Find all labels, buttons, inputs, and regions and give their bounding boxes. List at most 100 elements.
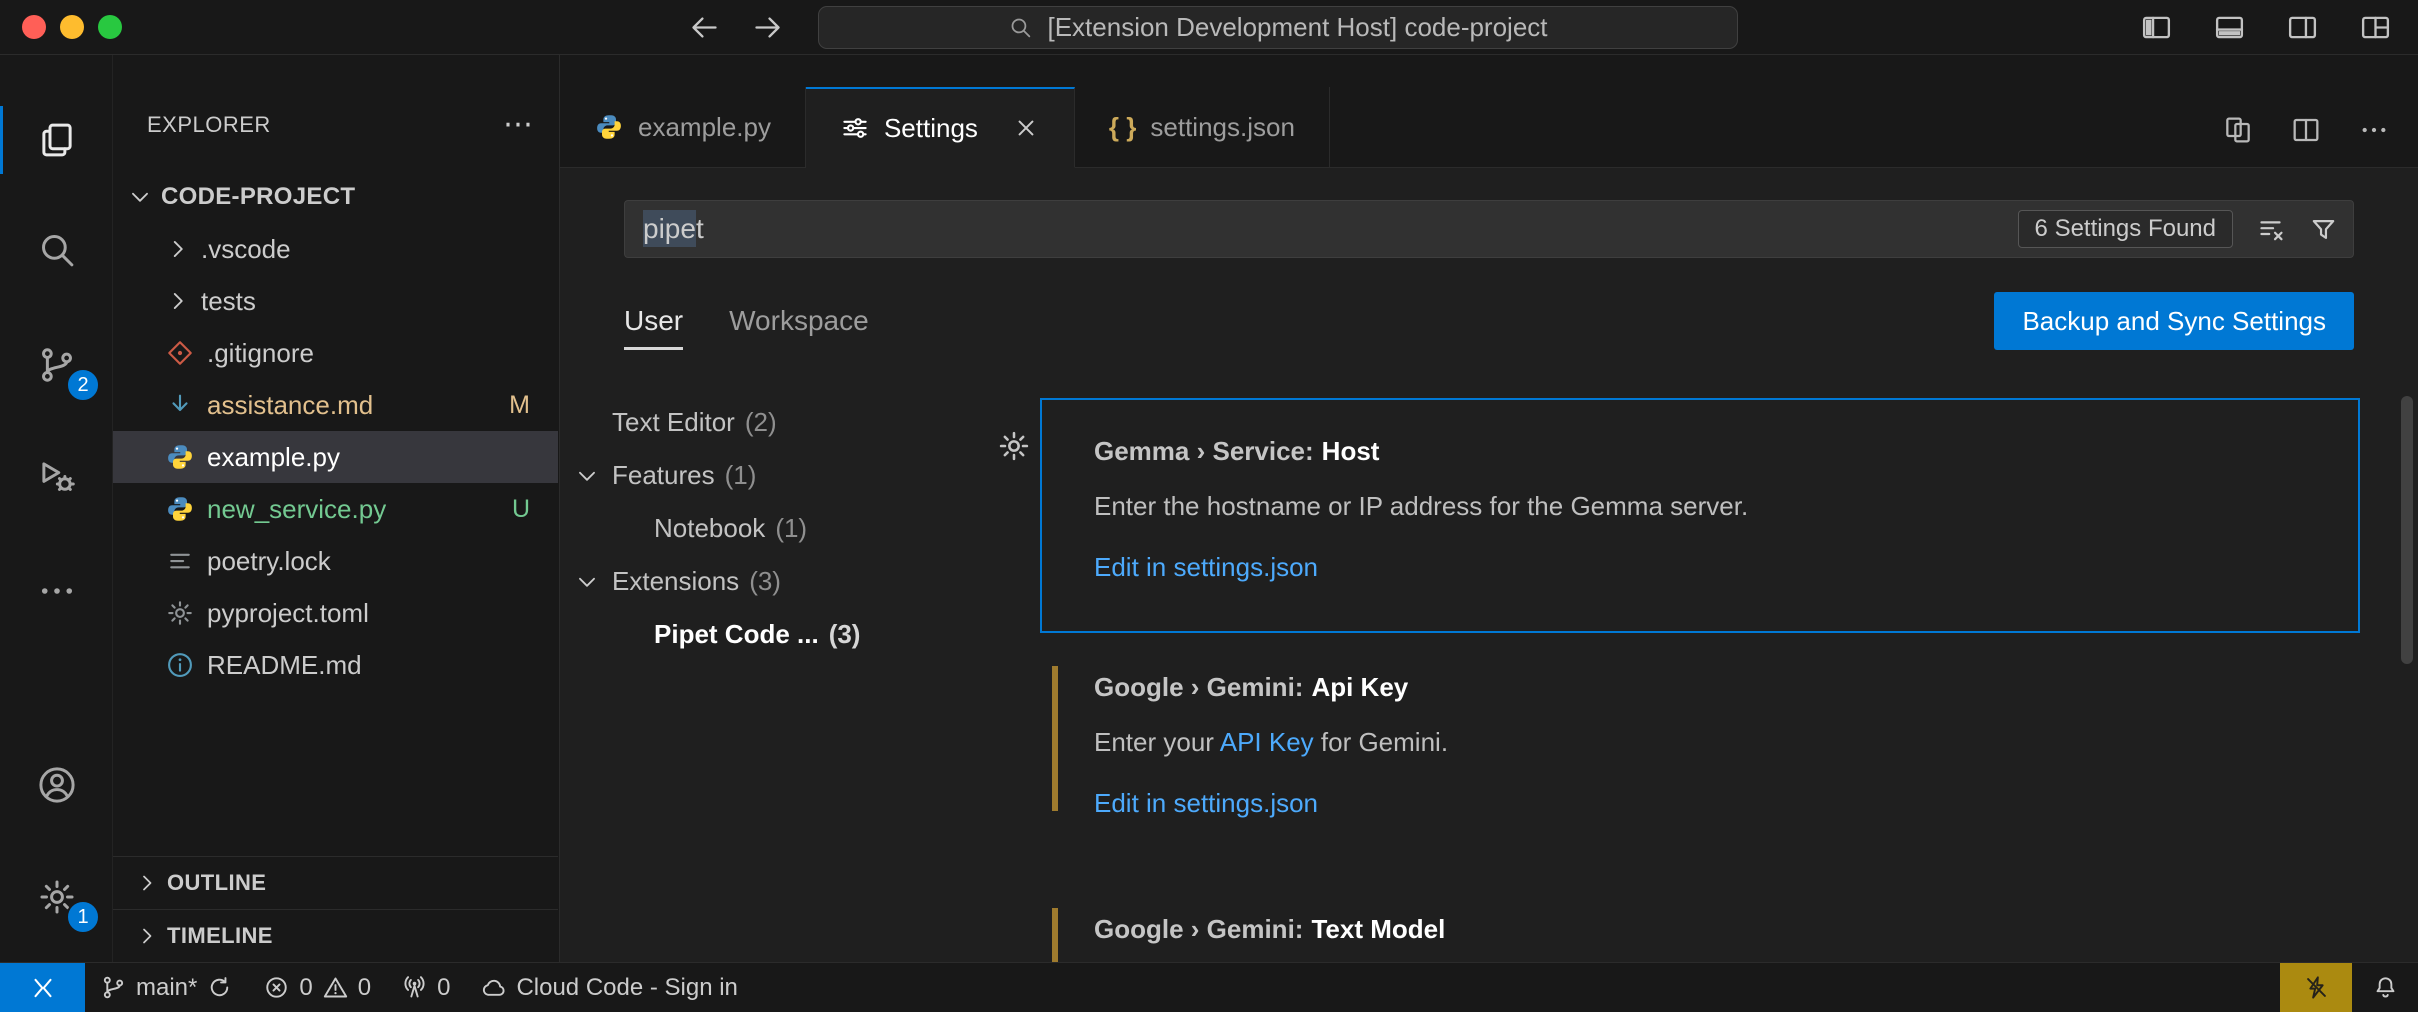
run-debug-icon	[36, 456, 78, 498]
setting-title: Gemma › Service:Host	[1094, 436, 2328, 467]
more-actions-icon[interactable]	[2358, 114, 2390, 146]
close-window-button[interactable]	[22, 15, 46, 39]
chevron-down-icon	[574, 569, 600, 595]
open-changes-icon[interactable]	[2222, 114, 2254, 146]
branch-icon	[100, 974, 127, 1001]
toc-notebook[interactable]: Notebook(1)	[560, 502, 1010, 555]
lightning-slash-icon	[2303, 974, 2330, 1001]
setting-google-gemini-api-key[interactable]: Google › Gemini:Api Key Enter your API K…	[1040, 658, 2360, 819]
toc-features[interactable]: Features(1)	[560, 449, 1010, 502]
activitybar-settings[interactable]: 1	[0, 849, 113, 945]
activitybar-more[interactable]	[0, 543, 113, 639]
activitybar-source-control[interactable]: 2	[0, 317, 113, 413]
tree-item-label: .vscode	[201, 234, 291, 265]
clear-search-icon[interactable]	[2255, 214, 2286, 245]
tree-item-label: poetry.lock	[207, 546, 331, 577]
close-tab-icon[interactable]	[1012, 114, 1040, 142]
toc-label: Text Editor	[612, 407, 735, 437]
customize-layout-icon[interactable]	[2359, 11, 2392, 44]
toc-pipet-code[interactable]: Pipet Code ...(3)	[560, 608, 1010, 661]
settings-search-input[interactable]: pipet 6 Settings Found	[624, 200, 2354, 258]
scm-badge: 2	[66, 368, 100, 402]
modified-indicator	[1052, 666, 1058, 811]
toc-extensions[interactable]: Extensions(3)	[560, 555, 1010, 608]
tab-label: example.py	[638, 112, 771, 143]
toc-text-editor[interactable]: Text Editor(2)	[560, 396, 1010, 449]
chevron-right-icon	[135, 871, 159, 895]
maximize-window-button[interactable]	[98, 15, 122, 39]
activitybar-search[interactable]	[0, 202, 113, 298]
extension-host-status[interactable]	[2280, 963, 2352, 1012]
backup-sync-button[interactable]: Backup and Sync Settings	[1994, 292, 2354, 350]
toc-label: Features	[612, 460, 715, 490]
tree-item-vscode[interactable]: .vscode	[113, 223, 558, 275]
account-icon	[36, 764, 78, 806]
explorer-title: EXPLORER	[147, 112, 271, 138]
tree-root-code-project[interactable]: CODE-PROJECT	[113, 171, 558, 223]
timeline-section-header[interactable]: TIMELINE	[113, 909, 558, 962]
scope-tab-workspace[interactable]: Workspace	[729, 290, 869, 352]
tree-item-assistance-md[interactable]: assistance.md M	[113, 379, 558, 431]
toc-label: Pipet Code ...	[654, 619, 819, 649]
toggle-primary-sidebar-icon[interactable]	[2140, 11, 2173, 44]
tree-item-new-service-py[interactable]: new_service.py U	[113, 483, 558, 535]
tab-settings[interactable]: Settings	[806, 87, 1075, 168]
tree-item-poetry-lock[interactable]: poetry.lock	[113, 535, 558, 587]
tree-item-pyproject-toml[interactable]: pyproject.toml	[113, 587, 558, 639]
radio-tower-icon	[401, 974, 428, 1001]
cloud-code-status[interactable]: Cloud Code - Sign in	[465, 963, 752, 1012]
back-icon[interactable]	[688, 11, 721, 44]
warning-count: 0	[358, 974, 371, 1002]
explorer-sidebar: EXPLORER ⋯ CODE-PROJECT .vscode tests .g…	[113, 55, 560, 962]
tree-item-label: assistance.md	[207, 390, 373, 421]
window-title: [Extension Development Host] code-projec…	[1047, 12, 1547, 43]
notifications-status[interactable]	[2352, 963, 2418, 1012]
scope-tab-user[interactable]: User	[624, 290, 683, 352]
toc-count: (3)	[749, 566, 781, 596]
split-editor-icon[interactable]	[2290, 114, 2322, 146]
toggle-panel-icon[interactable]	[2213, 11, 2246, 44]
scope-label: Workspace	[729, 305, 869, 337]
command-center[interactable]: [Extension Development Host] code-projec…	[818, 6, 1738, 49]
file-tree: CODE-PROJECT .vscode tests .gitignore as…	[113, 171, 558, 691]
explorer-more-actions-icon[interactable]: ⋯	[503, 110, 533, 140]
activitybar-account[interactable]	[0, 737, 113, 833]
tree-root-label: CODE-PROJECT	[161, 183, 355, 211]
edit-in-settings-json-link[interactable]: Edit in settings.json	[1094, 552, 2328, 583]
filter-icon[interactable]	[2308, 214, 2339, 245]
activitybar-explorer[interactable]	[0, 92, 113, 188]
setting-google-gemini-text-model[interactable]: Google › Gemini:Text Model	[1040, 900, 2360, 945]
activitybar-run-debug[interactable]	[0, 429, 113, 525]
tree-item-gitignore[interactable]: .gitignore	[113, 327, 558, 379]
chevron-down-icon	[574, 463, 600, 489]
chevron-right-icon	[135, 924, 159, 948]
remote-indicator[interactable]	[0, 963, 85, 1012]
minimize-window-button[interactable]	[60, 15, 84, 39]
ports-status[interactable]: 0	[386, 963, 465, 1012]
section-label: TIMELINE	[167, 923, 273, 949]
tree-item-tests[interactable]: tests	[113, 275, 558, 327]
outline-section-header[interactable]: OUTLINE	[113, 856, 558, 909]
tree-item-example-py[interactable]: example.py	[113, 431, 558, 483]
problems-status[interactable]: 0 0	[248, 963, 386, 1012]
setting-name: Text Model	[1311, 914, 1445, 944]
setting-title: Google › Gemini:Api Key	[1094, 672, 2330, 703]
setting-gear-icon[interactable]	[996, 428, 1032, 464]
edit-in-settings-json-link[interactable]: Edit in settings.json	[1094, 788, 2330, 819]
setting-description: Enter your API Key for Gemini.	[1094, 727, 2330, 758]
setting-description: Enter the hostname or IP address for the…	[1094, 491, 2328, 522]
toggle-secondary-sidebar-icon[interactable]	[2286, 11, 2319, 44]
forward-icon[interactable]	[751, 11, 784, 44]
editor-group: example.py Settings { } settings.json	[560, 55, 2418, 962]
git-branch-status[interactable]: main*	[85, 963, 248, 1012]
settings-scrollbar[interactable]	[2401, 396, 2413, 664]
status-bar: main* 0 0 0 Cloud Code - Sign in	[0, 962, 2418, 1012]
setting-gemma-service-host[interactable]: Gemma › Service:Host Enter the hostname …	[1040, 398, 2360, 633]
section-label: OUTLINE	[167, 870, 266, 896]
tab-settings-json[interactable]: { } settings.json	[1075, 87, 1330, 168]
tab-example-py[interactable]: example.py	[560, 87, 806, 168]
api-key-link[interactable]: API Key	[1220, 727, 1314, 757]
toc-count: (1)	[775, 513, 807, 543]
tree-item-readme-md[interactable]: README.md	[113, 639, 558, 691]
sidebar-sections: OUTLINE TIMELINE	[113, 856, 558, 962]
